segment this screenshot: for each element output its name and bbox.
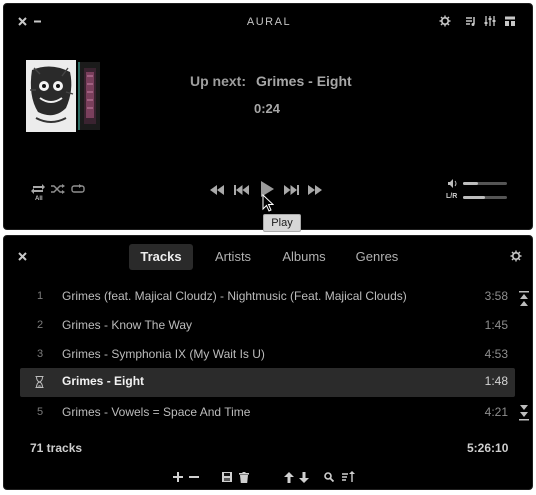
total-duration: 5:26:10 [467, 441, 509, 455]
track-duration: 4:53 [484, 347, 508, 361]
track-duration: 1:45 [484, 318, 508, 332]
add-icon[interactable] [172, 471, 184, 483]
equalizer-icon[interactable] [483, 14, 497, 28]
seek-forward-icon[interactable] [307, 183, 323, 197]
loop-icon[interactable] [69, 182, 87, 196]
player-window: AURAL Up next: Grimes - Eight 0:24 All P… [3, 3, 533, 232]
up-next-track: Grimes - Eight [256, 73, 352, 89]
up-next-label: Up next: [190, 73, 246, 89]
tab-albums[interactable]: Albums [276, 244, 332, 270]
remove-icon[interactable] [188, 471, 200, 483]
previous-track-icon[interactable] [233, 183, 249, 197]
scroll-to-top-icon[interactable] [518, 288, 530, 314]
album-spine [78, 62, 100, 130]
balance-slider[interactable] [463, 196, 507, 199]
scroll-to-bottom-icon[interactable] [518, 402, 530, 428]
track-duration: 3:58 [484, 289, 508, 303]
save-icon[interactable] [221, 471, 233, 483]
playlist-gear-icon[interactable] [509, 249, 523, 263]
trash-icon[interactable] [238, 471, 250, 483]
track-number: 2 [36, 319, 44, 331]
move-down-icon[interactable] [298, 471, 310, 483]
mouse-cursor-icon [262, 194, 276, 214]
track-count: 71 tracks [30, 441, 83, 455]
hourglass-icon [35, 376, 44, 388]
track-number: 3 [36, 348, 44, 360]
app-title: AURAL [246, 16, 292, 28]
balance-label: L/R [446, 193, 458, 200]
search-icon[interactable] [323, 471, 335, 483]
tab-tracks[interactable]: Tracks [129, 244, 193, 270]
track-title: Grimes - Vowels = Space And Time [62, 405, 251, 419]
repeat-icon[interactable] [29, 182, 47, 196]
playlist-window: Tracks Artists Albums Genres 1 Grimes (f… [3, 235, 533, 490]
gear-icon[interactable] [438, 14, 452, 28]
track-duration: 1:48 [484, 374, 508, 388]
album-art [26, 60, 76, 132]
move-up-icon[interactable] [283, 471, 295, 483]
track-title: Grimes (feat. Majical Cloudz) - Nightmus… [62, 289, 407, 303]
tab-artists[interactable]: Artists [204, 244, 262, 270]
volume-slider-fill [463, 182, 479, 185]
play-tooltip: Play [263, 214, 301, 232]
close-playlist-icon[interactable] [16, 250, 28, 262]
track-row[interactable]: 2 Grimes - Know The Way 1:45 [20, 312, 515, 340]
track-row[interactable]: 1 Grimes (feat. Majical Cloudz) - Nightm… [20, 283, 515, 311]
next-track-icon[interactable] [283, 183, 299, 197]
balance-slider-fill [463, 196, 485, 199]
track-duration: 4:21 [484, 405, 508, 419]
tab-genres[interactable]: Genres [348, 244, 406, 270]
playlist-icon[interactable] [464, 14, 478, 28]
layout-icon[interactable] [503, 14, 517, 28]
repeat-mode-badge: All [35, 196, 43, 202]
volume-icon[interactable] [447, 178, 459, 188]
track-number: 5 [36, 406, 44, 418]
sort-icon[interactable] [341, 470, 355, 484]
track-title: Grimes - Know The Way [62, 318, 193, 332]
track-title: Grimes - Symphonia IX (My Wait Is U) [62, 347, 265, 361]
track-number: 1 [36, 290, 44, 302]
track-title: Grimes - Eight [62, 374, 145, 388]
elapsed-time: 0:24 [254, 101, 281, 116]
track-row-selected[interactable]: Grimes - Eight 1:48 [20, 368, 515, 397]
seek-backward-icon[interactable] [209, 183, 225, 197]
shuffle-icon[interactable] [49, 182, 67, 196]
volume-slider[interactable] [463, 182, 507, 185]
track-row[interactable]: 3 Grimes - Symphonia IX (My Wait Is U) 4… [20, 341, 515, 369]
track-row[interactable]: 5 Grimes - Vowels = Space And Time 4:21 [20, 399, 515, 427]
